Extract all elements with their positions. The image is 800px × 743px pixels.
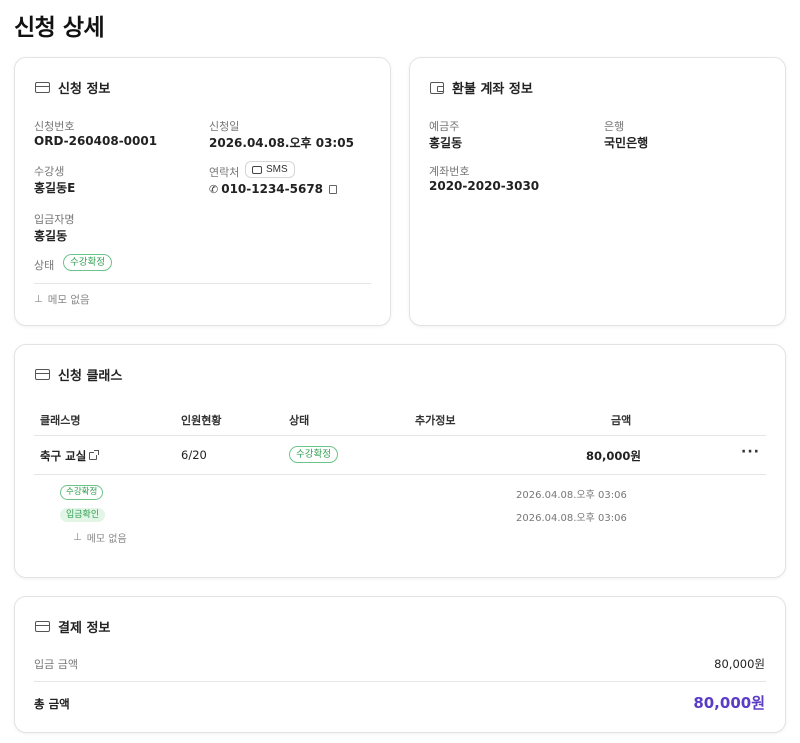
- refund-account-card: 환불 계좌 정보 예금주 홍길동 은행 국민은행 계좌번호 2020-2020-…: [409, 57, 786, 326]
- chat-icon: [252, 165, 262, 174]
- row-more-button[interactable]: ···: [741, 444, 760, 460]
- table-row: 축구 교실: [40, 448, 100, 464]
- wallet-icon: [430, 81, 444, 94]
- table-header-divider: [34, 435, 766, 436]
- page-title: 신청 상세: [14, 15, 105, 41]
- application-info-title-text: 신청 정보: [58, 82, 111, 97]
- history-badge-deposit: 입금확인: [60, 508, 106, 522]
- payment-divider: [34, 681, 766, 682]
- external-link-icon[interactable]: [89, 450, 100, 460]
- holder-value: 홍길동: [429, 136, 463, 150]
- depositor-value: 홍길동: [34, 229, 68, 243]
- order-no-value: ORD-260408-0001: [34, 134, 158, 148]
- account-label: 계좌번호: [429, 165, 470, 178]
- apply-date-label: 신청일: [209, 120, 240, 133]
- payment-title-text: 결제 정보: [58, 621, 111, 636]
- card-icon: [35, 369, 50, 380]
- phone-value[interactable]: 010-1234-5678: [221, 182, 323, 196]
- student-value: 홍길동E: [34, 181, 76, 195]
- bank-label: 은행: [604, 120, 625, 133]
- history-date-confirmed: 2026.04.08.오후 03:06: [516, 490, 627, 501]
- apply-date-value: 2026.04.08.오후 03:05: [209, 136, 354, 150]
- student-label: 수강생: [34, 165, 65, 178]
- deposit-amount-label: 입금 금액: [34, 658, 78, 671]
- class-name-link[interactable]: 축구 교실: [40, 448, 86, 464]
- payment-card: 결제 정보 입금 금액 80,000원 총 금액 80,000원: [14, 596, 786, 733]
- history-badge-confirmed: 수강확정: [60, 485, 104, 500]
- deposit-amount-value: 80,000원: [714, 657, 765, 671]
- application-info-card: 신청 정보 신청번호 ORD-260408-0001 신청일 2026.04.0…: [14, 57, 391, 326]
- col-header-name: 클래스명: [40, 414, 81, 427]
- depositor-label: 입금자명: [34, 213, 75, 226]
- refund-account-title: 환불 계좌 정보: [430, 78, 533, 97]
- application-info-divider: [34, 283, 371, 284]
- phone-icon: ✆: [209, 182, 219, 196]
- application-memo: ⊥ 메모 없음: [34, 292, 90, 307]
- class-status-badge: 수강확정: [289, 446, 338, 463]
- phone-row: ✆ 010-1234-5678: [209, 182, 338, 196]
- total-amount-label: 총 금액: [34, 697, 70, 711]
- account-value: 2020-2020-3030: [429, 179, 540, 193]
- history-date-deposit: 2026.04.08.오후 03:06: [516, 513, 627, 524]
- application-info-title: 신청 정보: [35, 78, 110, 97]
- classes-card: 신청 클래스 클래스명 인원현황 상태 추가정보 금액 축구 교실 6/20 수…: [14, 344, 786, 578]
- col-header-extra: 추가정보: [415, 414, 456, 427]
- classes-title: 신청 클래스: [35, 365, 122, 384]
- class-amount: 80,000원: [586, 449, 641, 463]
- contact-label: 연락처: [209, 166, 240, 179]
- sms-button[interactable]: SMS: [245, 161, 295, 178]
- status-badge: 수강확정: [63, 254, 112, 271]
- holder-label: 예금주: [429, 120, 460, 133]
- card-icon: [35, 621, 50, 632]
- total-amount-value: 80,000원: [693, 694, 765, 712]
- pin-icon: ⊥: [73, 532, 82, 543]
- order-no-label: 신청번호: [34, 120, 75, 133]
- bank-value: 국민은행: [604, 136, 649, 150]
- copy-icon[interactable]: [329, 184, 338, 194]
- sms-button-label: SMS: [266, 164, 288, 175]
- classes-title-text: 신청 클래스: [58, 369, 123, 384]
- class-memo: ⊥ 메모 없음: [73, 530, 127, 545]
- payment-title: 결제 정보: [35, 617, 110, 636]
- class-memo-text: 메모 없음: [86, 534, 127, 545]
- table-row-divider: [34, 474, 766, 475]
- col-header-status: 상태: [289, 414, 310, 427]
- pin-icon: ⊥: [34, 294, 43, 305]
- col-header-headcount: 인원현황: [181, 414, 222, 427]
- class-headcount: 6/20: [181, 448, 207, 462]
- application-memo-text: 메모 없음: [47, 294, 90, 306]
- card-icon: [35, 82, 50, 93]
- col-header-amount: 금액: [611, 414, 632, 427]
- refund-account-title-text: 환불 계좌 정보: [452, 82, 533, 97]
- status-label: 상태: [34, 259, 55, 272]
